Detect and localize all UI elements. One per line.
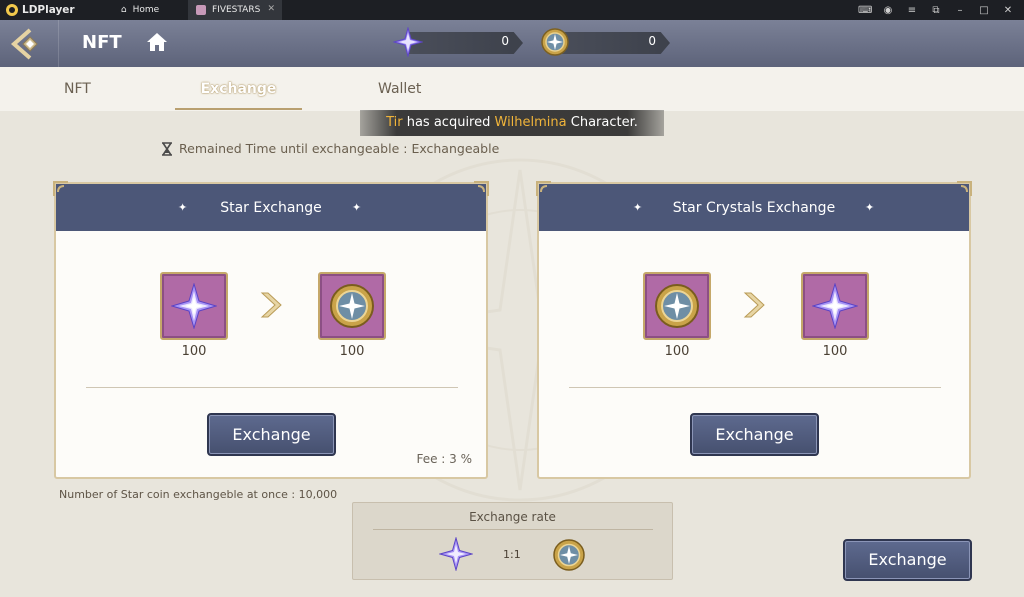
emulator-title-bar: LDPlayer ⌂ Home FIVESTARS ✕ ⌨ ◉ ≡ ⧉ – □ … bbox=[0, 0, 1024, 20]
exchange-rate-title: Exchange rate bbox=[469, 510, 556, 524]
crystal-exchange-button[interactable]: Exchange bbox=[690, 413, 819, 456]
emulator-tab-fivestars[interactable]: FIVESTARS ✕ bbox=[188, 0, 282, 20]
exchange-rate-panel: Exchange rate 1:1 bbox=[352, 502, 673, 580]
star-crystal-icon bbox=[171, 283, 217, 329]
star-coin-icon bbox=[330, 284, 374, 328]
card-title: Star Exchange bbox=[220, 200, 322, 216]
menu-icon[interactable]: ≡ bbox=[906, 5, 918, 16]
minimize-icon[interactable]: – bbox=[954, 5, 966, 16]
fee-label: Fee : 3 % bbox=[416, 452, 472, 466]
notice-character: Wilhelmina bbox=[494, 115, 567, 130]
sparkle-icon: ✦ bbox=[633, 201, 643, 214]
hourglass-icon bbox=[162, 141, 172, 156]
sparkle-icon: ✦ bbox=[178, 201, 188, 214]
main-exchange-button[interactable]: Exchange bbox=[843, 539, 972, 581]
home-small-icon: ⌂ bbox=[120, 5, 127, 15]
card-divider bbox=[569, 387, 941, 388]
tab-wallet[interactable]: Wallet bbox=[378, 81, 421, 97]
home-icon[interactable] bbox=[146, 31, 168, 53]
chevron-right-icon bbox=[260, 292, 282, 318]
star-coin-icon bbox=[655, 284, 699, 328]
chevron-right-icon bbox=[743, 292, 765, 318]
back-arrow-icon[interactable] bbox=[10, 27, 44, 61]
game-header: NFT 0 0 bbox=[0, 20, 1024, 67]
acquisition-notice: Tir has acquired Wilhelmina Character. bbox=[360, 110, 664, 136]
card-header: ✦ Star Exchange ✦ bbox=[56, 184, 486, 231]
corner-ornament bbox=[53, 181, 68, 196]
emulator-tab-label: Home bbox=[132, 5, 160, 15]
exchange-rate-value: 1:1 bbox=[503, 548, 521, 561]
header-separator bbox=[58, 20, 59, 67]
star-exchange-card: ✦ Star Exchange ✦ 100 100 Exchange Fee :… bbox=[53, 181, 489, 479]
star-crystal-icon bbox=[439, 537, 473, 571]
card-title: Star Crystals Exchange bbox=[672, 200, 836, 216]
star-crystal-icon bbox=[393, 27, 423, 57]
close-tab-icon[interactable]: ✕ bbox=[267, 4, 275, 14]
from-amount: 100 bbox=[664, 344, 690, 359]
notice-player: Tir bbox=[386, 115, 403, 130]
star-crystals-exchange-card: ✦ Star Crystals Exchange ✦ 100 100 Excha… bbox=[536, 181, 972, 479]
emulator-tab-home[interactable]: ⌂ Home bbox=[92, 0, 188, 20]
card-divider bbox=[86, 387, 458, 388]
card-header: ✦ Star Crystals Exchange ✦ bbox=[539, 184, 969, 231]
star-coin-icon bbox=[541, 28, 569, 56]
to-item-star-coin bbox=[318, 272, 386, 340]
pin-icon[interactable]: ⧉ bbox=[930, 5, 942, 16]
from-amount: 100 bbox=[181, 344, 207, 359]
gamepad-icon[interactable]: ⌨ bbox=[858, 5, 872, 16]
star-crystal-counter: 0 bbox=[393, 27, 533, 57]
tab-bar: NFT Exchange Wallet bbox=[0, 67, 1024, 111]
corner-ornament bbox=[474, 181, 489, 196]
page-title: NFT bbox=[82, 32, 122, 53]
ldplayer-logo-icon bbox=[6, 4, 18, 16]
to-amount: 100 bbox=[339, 344, 365, 359]
close-window-icon[interactable]: ✕ bbox=[1002, 5, 1014, 16]
ldplayer-logo: LDPlayer bbox=[0, 4, 92, 16]
timer-text: Remained Time until exchangeable : Excha… bbox=[179, 141, 500, 156]
tab-exchange[interactable]: Exchange bbox=[175, 81, 302, 97]
account-icon[interactable]: ◉ bbox=[882, 5, 894, 16]
exchange-limit-text: Number of Star coin exchangeble at once … bbox=[59, 488, 338, 501]
active-tab-indicator bbox=[175, 108, 302, 110]
sparkle-icon: ✦ bbox=[865, 201, 875, 214]
maximize-icon[interactable]: □ bbox=[978, 5, 990, 16]
corner-ornament bbox=[957, 181, 972, 196]
star-crystal-icon bbox=[812, 283, 858, 329]
notice-text: has acquired bbox=[402, 115, 495, 130]
from-item-star-crystal bbox=[160, 272, 228, 340]
corner-ornament bbox=[536, 181, 551, 196]
star-coin-icon bbox=[553, 539, 585, 571]
notice-suffix: Character. bbox=[566, 115, 638, 130]
app-thumbnail-icon bbox=[196, 5, 206, 15]
star-coin-counter: 0 bbox=[540, 28, 680, 56]
rate-divider bbox=[373, 529, 653, 530]
star-exchange-button[interactable]: Exchange bbox=[207, 413, 336, 456]
from-item-star-coin bbox=[643, 272, 711, 340]
emulator-tab-label: FIVESTARS bbox=[212, 5, 261, 15]
window-controls: ⌨ ◉ ≡ ⧉ – □ ✕ bbox=[858, 5, 1024, 16]
app-name: LDPlayer bbox=[22, 4, 75, 16]
to-item-star-crystal bbox=[801, 272, 869, 340]
sparkle-icon: ✦ bbox=[352, 201, 362, 214]
exchange-timer: Remained Time until exchangeable : Excha… bbox=[161, 141, 499, 156]
to-amount: 100 bbox=[822, 344, 848, 359]
tab-nft[interactable]: NFT bbox=[64, 81, 91, 97]
